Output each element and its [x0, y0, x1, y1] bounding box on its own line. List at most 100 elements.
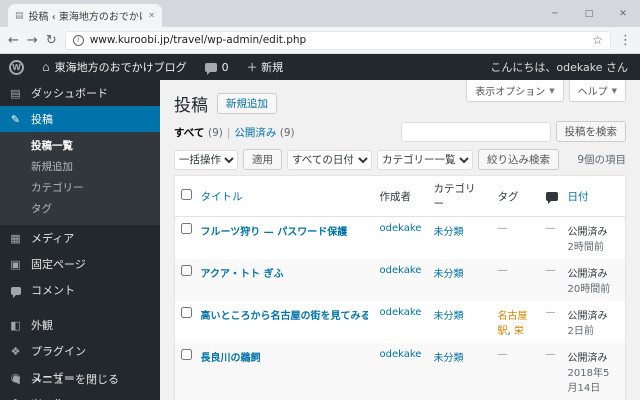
comments-cell: — [545, 223, 556, 234]
select-all-checkbox[interactable] [181, 189, 192, 200]
page-info-icon[interactable]: i [72, 34, 84, 46]
table-nav: 一括操作 適用 すべての日付 カテゴリー一覧 絞り込み検索 9個の項目 [174, 149, 626, 170]
sidebar-item-media[interactable]: ▦ メディア [0, 225, 160, 251]
filter-button[interactable]: 絞り込み検索 [478, 149, 559, 170]
window-close-button[interactable]: ✕ [606, 0, 640, 27]
post-date: 2時間前 [567, 242, 604, 253]
comments-icon [9, 284, 22, 298]
search-posts-input[interactable] [400, 121, 551, 142]
refresh-icon[interactable]: ↻ [46, 33, 57, 48]
plugins-icon: ❖ [10, 344, 21, 358]
forward-icon[interactable]: → [27, 33, 38, 48]
post-status-views: すべて (9) | 公開済み (9) [174, 127, 295, 139]
sidebar-item-label: 投稿 [31, 113, 53, 126]
post-title-link[interactable]: フルーツ狩り — パスワード保護 [201, 223, 368, 238]
column-header-tags: タグ [491, 175, 540, 217]
site-name: 東海地方のおでかけブログ [54, 61, 187, 74]
posts-page: 表示オプション ▼ ヘルプ ▼ 投稿 新規追加 すべて (9) | 公開済み (9) 投… [160, 80, 640, 400]
admin-bar-comments[interactable]: 0 [196, 54, 238, 80]
browser-toolbar: ← → ↻ i www.kuroobi.jp/travel/wp-admin/e… [0, 27, 640, 54]
address-bar[interactable]: i www.kuroobi.jp/travel/wp-admin/edit.ph… [64, 30, 611, 50]
column-header-title[interactable]: タイトル [194, 175, 374, 217]
search-posts-button[interactable]: 投稿を検索 [555, 121, 626, 142]
search-box: 投稿を検索 [400, 121, 626, 142]
post-tag-link[interactable]: 栄 [514, 326, 524, 337]
post-author-link[interactable]: odekake [380, 265, 422, 276]
post-author-link[interactable]: odekake [380, 307, 422, 318]
column-header-comments[interactable] [539, 175, 562, 217]
post-author-link[interactable]: odekake [380, 349, 422, 360]
chevron-down-icon: ▼ [611, 86, 617, 95]
apply-button[interactable]: 適用 [243, 149, 282, 170]
post-status: 公開済み [567, 353, 608, 364]
sidebar-item-dashboard[interactable]: ▤ ダッシュボード [0, 80, 160, 106]
table-row: 高いところから名古屋の街を見てみる odekake 未分類 名古屋駅, 栄 — 公開済み 2… [175, 301, 626, 343]
sidebar-item-pages[interactable]: ▣ 固定ページ [0, 251, 160, 277]
collapse-menu-label: メニューを閉じる [31, 373, 119, 386]
tab-close-icon[interactable]: ✕ [148, 11, 155, 20]
sidebar-item-label: 固定ページ [31, 258, 86, 271]
column-header-categories: カテゴリー [427, 175, 492, 217]
view-all-link[interactable]: すべて (9) [174, 127, 223, 139]
sidebar-item-appearance[interactable]: ◧ 外観 [0, 312, 160, 338]
post-category-link[interactable]: 未分類 [434, 353, 464, 364]
comments-cell: — [545, 307, 556, 318]
submenu-item[interactable]: タグ [0, 198, 160, 219]
wp-logo-menu[interactable]: W [0, 54, 33, 80]
sidebar-item-label: 外観 [31, 319, 53, 332]
chevron-down-icon: ▼ [549, 86, 555, 95]
new-content-menu[interactable]: ＋ 新規 [238, 54, 293, 80]
post-category-link[interactable]: 未分類 [434, 311, 464, 322]
table-row: アクア・トト ぎふ odekake 未分類 — — 公開済み 20時間前 [174, 259, 626, 301]
post-status: 公開済み [567, 227, 608, 238]
post-category-link[interactable]: 未分類 [434, 227, 464, 238]
empty-tags: — [497, 265, 508, 276]
post-category-link[interactable]: 未分類 [434, 269, 464, 280]
account-greeting[interactable]: こんにちは、odekake さん [490, 59, 640, 75]
browser-menu-icon[interactable]: ⋮ [619, 33, 632, 48]
row-checkbox[interactable] [181, 307, 192, 318]
admin-sidebar: ▤ ダッシュボード ✎ 投稿 投稿一覧 新規追加 カテゴリー タグ ▦ メディア ▣ 固定ページ コメン… [0, 80, 160, 400]
dates-filter-select[interactable]: すべての日付 [287, 149, 372, 170]
submenu-item[interactable]: カテゴリー [0, 177, 160, 198]
view-published-link[interactable]: 公開済み (9) [234, 127, 294, 139]
browser-tab-strip: ▤ 投稿 ‹ 東海地方のおでかけ ✕ ─ □ ✕ [0, 0, 640, 27]
sidebar-item-label: ダッシュボード [31, 87, 108, 100]
bulk-actions-select[interactable]: 一括操作 [174, 149, 238, 170]
submenu-item[interactable]: 新規追加 [0, 156, 160, 177]
sidebar-item-posts[interactable]: ✎ 投稿 [0, 106, 160, 132]
sidebar-item-label: プラグイン [31, 345, 86, 358]
tab-title: 投稿 ‹ 東海地方のおでかけ [28, 12, 144, 23]
post-title-link[interactable]: アクア・トト ぎふ [201, 265, 368, 280]
post-title-link[interactable]: 高いところから名古屋の街を見てみる [201, 307, 368, 322]
help-button[interactable]: ヘルプ ▼ [568, 80, 626, 102]
home-icon: ⌂ [42, 60, 50, 74]
submenu-item[interactable]: 投稿一覧 [0, 135, 160, 156]
browser-tab[interactable]: ▤ 投稿 ‹ 東海地方のおでかけ ✕ [8, 4, 162, 27]
window-maximize-button[interactable]: □ [572, 0, 606, 27]
column-header-date[interactable]: 日付 [561, 175, 626, 217]
sidebar-item-comments[interactable]: コメント [0, 277, 160, 303]
add-new-post-button[interactable]: 新規追加 [217, 93, 277, 114]
sidebar-item-plugins[interactable]: ❖ プラグイン [0, 338, 160, 364]
url-text[interactable]: www.kuroobi.jp/travel/wp-admin/edit.php [90, 34, 587, 46]
post-status: 公開済み [567, 269, 608, 280]
back-icon[interactable]: ← [8, 33, 19, 48]
posts-submenu: 投稿一覧 新規追加 カテゴリー タグ [0, 132, 160, 225]
collapse-menu-button[interactable]: ◀ メニューを閉じる [0, 366, 160, 392]
screen-options-button[interactable]: 表示オプション ▼ [466, 80, 564, 102]
window-minimize-button[interactable]: ─ [538, 0, 572, 27]
category-filter-select[interactable]: カテゴリー一覧 [377, 149, 473, 170]
post-title-link[interactable]: 長良川の鵜飼 [201, 349, 368, 364]
post-status: 公開済み [567, 311, 608, 322]
posts-table: タイトル 作成者 カテゴリー タグ 日付 フルーツ狩り — パスワード保護 ode… [174, 175, 626, 400]
row-checkbox[interactable] [181, 223, 192, 234]
comments-count: 0 [221, 60, 229, 74]
row-checkbox[interactable] [181, 265, 192, 276]
page-title: 投稿 [174, 96, 208, 116]
site-name-menu[interactable]: ⌂ 東海地方のおでかけブログ [33, 54, 196, 80]
tools-icon: ✚ [9, 397, 22, 400]
post-author-link[interactable]: odekake [380, 223, 422, 234]
row-checkbox[interactable] [181, 349, 192, 360]
bookmark-star-icon[interactable]: ☆ [592, 33, 603, 47]
